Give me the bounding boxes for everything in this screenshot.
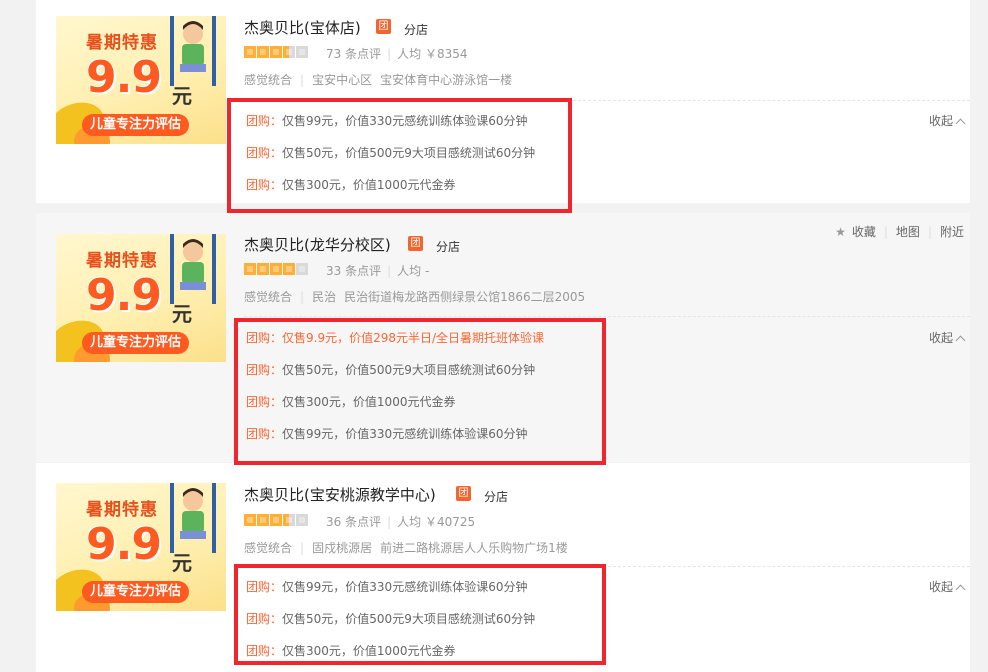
tuan-badge-icon: 团 — [376, 19, 391, 34]
collapse-toggle[interactable]: 收起 — [929, 112, 966, 129]
collapse-toggle[interactable]: 收起 — [929, 578, 966, 595]
branch-link[interactable]: 分店 — [484, 488, 508, 505]
rating-stars — [244, 263, 308, 275]
star-half-icon — [283, 46, 295, 58]
rating-stars — [244, 46, 308, 58]
shop-meta: 33 条点评 | 人均 - — [326, 264, 430, 278]
star-icon — [257, 263, 269, 275]
avg-price: 人均 - — [397, 264, 430, 278]
star-empty-icon — [296, 46, 308, 58]
chevron-up-icon — [955, 584, 966, 595]
star-icon — [244, 46, 256, 58]
category-link[interactable]: 感觉统合 — [244, 290, 292, 304]
tuan-badge-icon: 团 — [408, 236, 423, 251]
thumbnail-price: 9.9 — [86, 52, 162, 103]
thumbnail-banner: 暑期特惠 — [86, 33, 158, 53]
collapse-toggle[interactable]: 收起 — [929, 329, 966, 346]
search-results-page: 暑期特惠 9.9 元 儿童专注力评估 杰奥贝比(宝体店) 团 分店 73 条点评… — [0, 0, 988, 672]
shop-thumbnail[interactable]: 暑期特惠 9.9 元 儿童专注力评估 — [56, 483, 226, 611]
avg-price: 人均 ￥40725 — [397, 515, 476, 529]
review-count-link[interactable]: 73 条点评 — [326, 47, 381, 61]
district-link[interactable]: 民治 — [312, 290, 336, 304]
shop-address-row: 感觉统合 | 宝安中心区 宝安体育中心游泳馆一楼 — [244, 73, 513, 87]
child-illustration-icon — [170, 234, 216, 304]
address-text: 民治街道梅龙路西侧绿景公馆1866二层2005 — [344, 290, 586, 304]
child-illustration-icon — [170, 16, 216, 86]
star-icon — [270, 514, 282, 526]
category-link[interactable]: 感觉统合 — [244, 541, 292, 555]
district-link[interactable]: 固戍桃源居 — [312, 541, 372, 555]
review-count-link[interactable]: 36 条点评 — [326, 515, 381, 529]
thumbnail-unit: 元 — [172, 302, 192, 326]
favorite-link[interactable]: 收藏 — [852, 225, 876, 239]
shop-tools: ★ 收藏 | 地图 | 附近 — [835, 225, 964, 239]
thumbnail-pill: 儿童专注力评估 — [82, 581, 190, 603]
map-link[interactable]: 地图 — [896, 225, 920, 239]
shop-thumbnail[interactable]: 暑期特惠 9.9 元 儿童专注力评估 — [56, 16, 226, 144]
shop-thumbnail[interactable]: 暑期特惠 9.9 元 儿童专注力评估 — [56, 234, 226, 362]
thumbnail-unit: 元 — [172, 551, 192, 575]
star-icon — [257, 46, 269, 58]
address-text: 宝安体育中心游泳馆一楼 — [380, 73, 513, 87]
star-favorite-icon: ★ — [835, 225, 846, 239]
page-margin — [0, 0, 36, 672]
shop-meta: 36 条点评 | 人均 ￥40725 — [326, 515, 476, 529]
star-icon — [257, 514, 269, 526]
star-icon — [244, 514, 256, 526]
branch-link[interactable]: 分店 — [404, 21, 428, 38]
star-icon — [244, 263, 256, 275]
highlight-box — [227, 98, 572, 213]
shop-title-link[interactable]: 杰奥贝比(龙华分校区) — [244, 234, 391, 255]
chevron-up-icon — [955, 118, 966, 129]
divider — [244, 316, 970, 317]
chevron-up-icon — [955, 335, 966, 346]
shop-address-row: 感觉统合 | 固戍桃源居 前进二路桃源居人人乐购物广场1楼 — [244, 541, 568, 555]
shop-address-row: 感觉统合 | 民治 民治街道梅龙路西侧绿景公馆1866二层2005 — [244, 290, 586, 304]
highlight-box — [234, 318, 606, 465]
branch-link[interactable]: 分店 — [436, 238, 460, 255]
tuan-badge-icon: 团 — [456, 486, 471, 501]
district-link[interactable]: 宝安中心区 — [312, 73, 372, 87]
thumbnail-price: 9.9 — [86, 270, 162, 321]
star-empty-icon — [296, 263, 308, 275]
child-illustration-icon — [170, 483, 216, 553]
star-half-icon — [283, 514, 295, 526]
thumbnail-pill: 儿童专注力评估 — [82, 332, 190, 354]
thumbnail-unit: 元 — [172, 84, 192, 108]
star-empty-icon — [296, 514, 308, 526]
address-text: 前进二路桃源居人人乐购物广场1楼 — [380, 541, 568, 555]
rating-stars — [244, 514, 308, 526]
review-count-link[interactable]: 33 条点评 — [326, 264, 381, 278]
thumbnail-banner: 暑期特惠 — [86, 251, 158, 271]
highlight-box — [234, 564, 606, 665]
shop-title-link[interactable]: 杰奥贝比(宝体店) — [244, 17, 361, 38]
nearby-link[interactable]: 附近 — [940, 225, 964, 239]
avg-price: 人均 ￥8354 — [397, 47, 468, 61]
thumbnail-price: 9.9 — [86, 519, 162, 570]
thumbnail-banner: 暑期特惠 — [86, 500, 158, 520]
shop-title-link[interactable]: 杰奥贝比(宝安桃源教学中心) — [244, 484, 436, 505]
thumbnail-pill: 儿童专注力评估 — [82, 114, 190, 136]
star-icon — [270, 46, 282, 58]
category-link[interactable]: 感觉统合 — [244, 73, 292, 87]
shop-meta: 73 条点评 | 人均 ￥8354 — [326, 47, 468, 61]
star-icon — [270, 263, 282, 275]
star-icon — [283, 263, 295, 275]
